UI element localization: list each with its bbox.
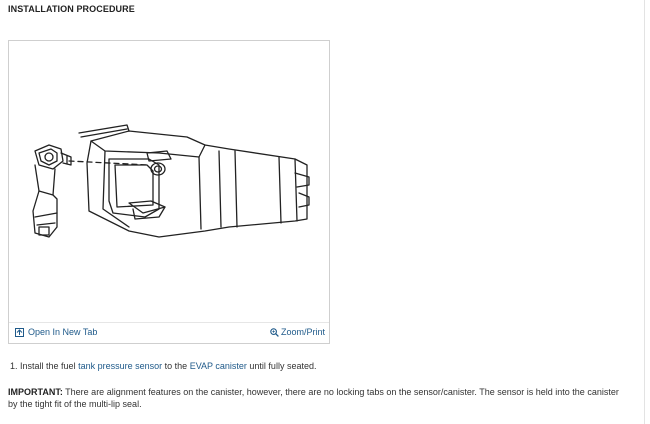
step-text-after: until fully seated.	[249, 361, 317, 371]
magnifier-icon	[270, 327, 279, 337]
important-text: There are alignment features on the cani…	[8, 387, 619, 409]
open-in-new-tab-link[interactable]: Open In New Tab	[15, 327, 97, 337]
sensor-canister-illustration	[32, 124, 310, 238]
important-note: IMPORTANT: There are alignment features …	[8, 386, 628, 410]
page-edge-rule	[644, 0, 645, 424]
zoom-print-label: Zoom/Print	[280, 327, 325, 337]
open-in-new-tab-label: Open In New Tab	[28, 327, 98, 337]
step-text-before: Install the fuel	[20, 361, 76, 371]
zoom-print-link[interactable]: Zoom/Print	[270, 327, 325, 337]
external-window-icon	[15, 327, 24, 337]
evap-canister-link[interactable]: EVAP canister	[190, 361, 247, 371]
step-text-middle: to the	[164, 361, 188, 371]
step-number: 1.	[10, 361, 18, 371]
figure-footer: Open In New Tab Zoom/Print	[9, 322, 329, 343]
figure-panel: Open In New Tab Zoom/Print	[8, 40, 330, 344]
section-heading: INSTALLATION PROCEDURE	[8, 4, 135, 14]
tank-pressure-sensor-link[interactable]: tank pressure sensor	[78, 361, 162, 371]
important-label: IMPORTANT:	[8, 387, 63, 397]
step-1: 1. Install the fuel tank pressure sensor…	[10, 361, 316, 371]
